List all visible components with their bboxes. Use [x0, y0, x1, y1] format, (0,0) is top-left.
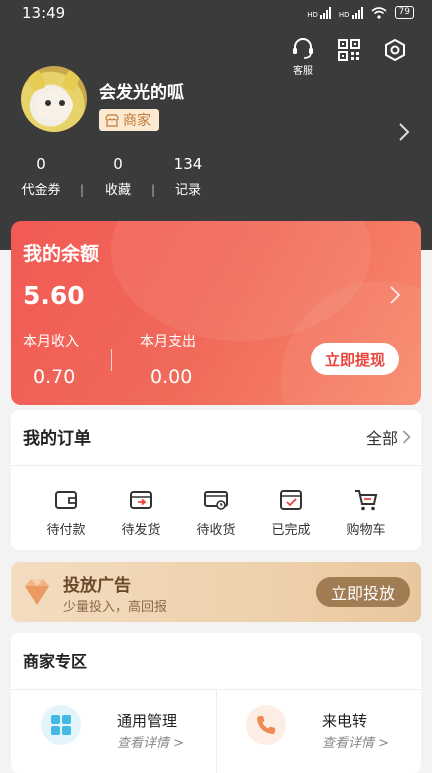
balance-card[interactable]: 我的余额 5.60 本月收入 0.70 本月支出 0.00 立即提现: [11, 221, 421, 405]
header-actions: 客服: [288, 36, 410, 77]
order-status-label: 购物车: [346, 523, 386, 538]
battery-indicator: 79: [394, 6, 414, 19]
shopping-cart[interactable]: 购物车: [331, 488, 401, 538]
ship-out-icon: [130, 491, 152, 509]
phone-icon-wrap: [246, 705, 286, 745]
ad-subtitle: 少量投入，高回报: [63, 600, 168, 615]
order-pending-receipt[interactable]: 待收货: [181, 488, 251, 538]
stat-divider: |: [80, 183, 85, 197]
general-management-item[interactable]: 通用管理 查看详情 >: [11, 690, 216, 770]
order-pending-payment[interactable]: 待付款: [31, 488, 101, 538]
shop-icon: [105, 113, 119, 127]
stat-favorites[interactable]: 0 收藏: [100, 155, 136, 198]
status-time: 13:49: [22, 4, 66, 22]
orders-title: 我的订单: [23, 429, 91, 449]
status-icons: HD HD 79: [307, 6, 414, 19]
customer-service-button[interactable]: 客服: [288, 36, 318, 77]
check-box-icon: [280, 490, 302, 510]
orders-header: 我的订单 全部: [11, 410, 421, 466]
ad-banner[interactable]: 投放广告 少量投入，高回报 立即投放: [11, 562, 421, 622]
status-bar: 13:49 HD HD 79: [0, 0, 432, 30]
order-status-label: 待收货: [196, 523, 236, 538]
order-status-label: 已完成: [271, 523, 311, 538]
signal-1-icon: HD: [307, 6, 331, 19]
profile-chevron-right-icon[interactable]: [398, 122, 410, 142]
balance-divider: [111, 349, 112, 371]
stat-value: 0: [113, 155, 123, 173]
qr-code-button[interactable]: [334, 38, 364, 66]
order-completed[interactable]: 已完成: [256, 488, 326, 538]
income-value: 0.70: [33, 366, 76, 388]
merchant-role-badge: 商家: [99, 109, 159, 131]
wallet-icon: [55, 491, 77, 509]
withdraw-button[interactable]: 立即提现: [311, 343, 399, 375]
expense-label: 本月支出: [140, 334, 196, 350]
grid-icon-wrap: [41, 705, 81, 745]
orders-all-link[interactable]: 全部: [366, 425, 411, 449]
grid-icon: [51, 715, 71, 735]
balance-amount: 5.60: [23, 281, 85, 310]
role-badge-label: 商家: [123, 113, 151, 129]
stat-label: 代金券: [21, 183, 61, 198]
network-type-1: HD: [307, 10, 318, 19]
balance-title: 我的余额: [23, 243, 100, 265]
headset-icon: [293, 38, 313, 59]
settings-hexagon-icon: [385, 38, 405, 62]
truck-icon: [204, 491, 228, 510]
merchant-zone-card: 商家专区 通用管理 查看详情 > 来电转 查看详情 >: [11, 633, 421, 773]
customer-service-label: 客服: [293, 66, 313, 77]
call-forwarding-item[interactable]: 来电转 查看详情 >: [216, 690, 421, 770]
phone-icon: [257, 716, 275, 734]
balance-chevron-right-icon[interactable]: [389, 285, 401, 305]
chevron-right-icon: [402, 430, 411, 444]
cart-icon: [355, 490, 378, 511]
stat-value: 134: [173, 155, 203, 173]
settings-button[interactable]: [380, 38, 410, 66]
wifi-icon: [371, 6, 387, 19]
orders-all-label: 全部: [365, 429, 398, 448]
username: 会发光的呱: [99, 83, 184, 103]
avatar[interactable]: [21, 66, 87, 132]
ad-title: 投放广告: [63, 576, 131, 596]
stat-divider: |: [151, 183, 156, 197]
network-type-2: HD: [338, 10, 350, 19]
stat-label: 收藏: [104, 183, 131, 198]
stat-vouchers[interactable]: 0 代金券: [20, 155, 62, 198]
merchant-zone-title: 商家专区: [23, 652, 88, 671]
order-pending-shipment[interactable]: 待发货: [106, 488, 176, 538]
merchant-item-name: 通用管理: [117, 712, 178, 730]
stat-value: 0: [36, 155, 46, 173]
order-status-label: 待发货: [121, 523, 161, 538]
order-status-label: 待付款: [46, 523, 86, 538]
signal-2-icon: HD: [338, 6, 363, 19]
place-ad-button[interactable]: 立即投放: [316, 577, 410, 607]
merchant-item-name: 来电转: [322, 712, 368, 730]
merchant-item-detail-link: 查看详情 >: [322, 736, 390, 751]
orders-card: 我的订单 全部 待付款 待发货 待收货 已完成 购物车: [11, 410, 421, 550]
diamond-icon: [25, 579, 49, 605]
stat-label: 记录: [174, 183, 201, 198]
merchant-item-detail-link: 查看详情 >: [117, 736, 185, 751]
stat-records[interactable]: 134 记录: [170, 155, 206, 198]
income-label: 本月收入: [23, 334, 79, 350]
profile-header: 13:49 HD HD 79 客服 会发光的呱 商家 0 代金券 | 0 收藏 …: [0, 0, 432, 250]
expense-value: 0.00: [150, 366, 193, 388]
qr-code-icon: [338, 39, 360, 61]
